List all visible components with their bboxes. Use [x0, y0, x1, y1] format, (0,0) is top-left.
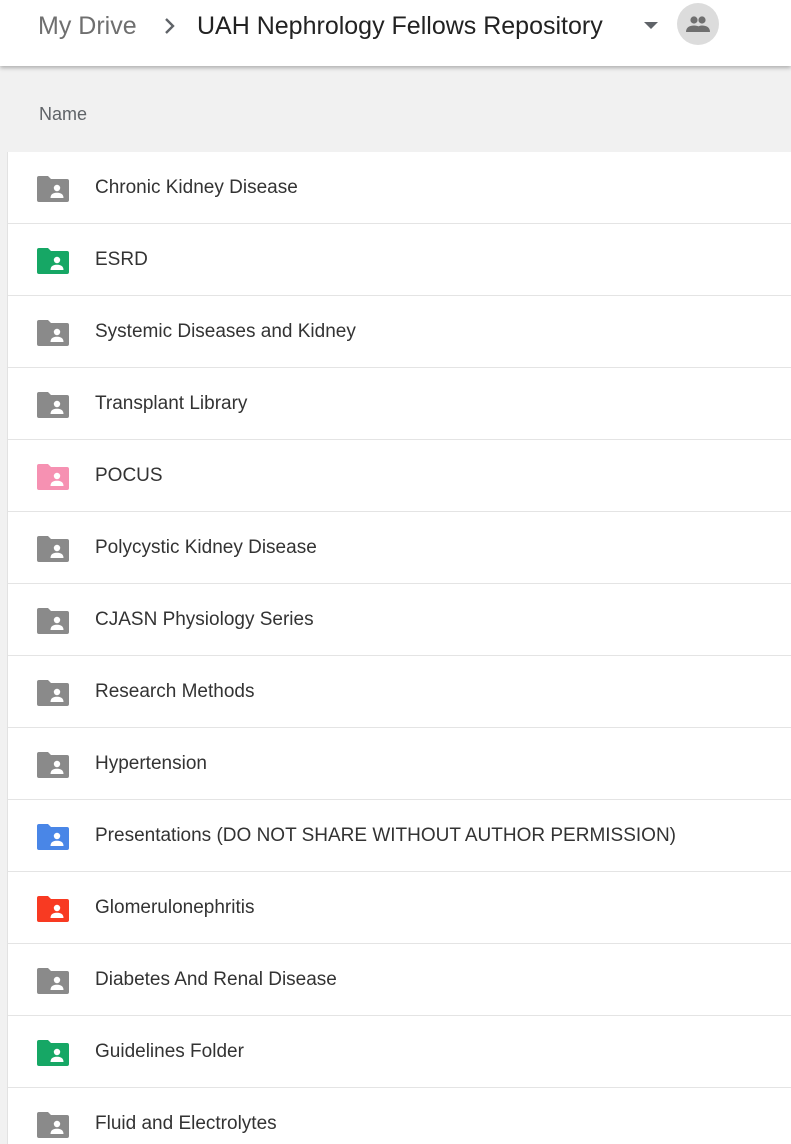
folder-name: Fluid and Electrolytes	[95, 1113, 277, 1134]
list-item[interactable]: Transplant Library	[8, 368, 791, 440]
folder-name: Presentations (DO NOT SHARE WITHOUT AUTH…	[95, 825, 677, 846]
folder-name: Glomerulonephritis	[95, 897, 255, 918]
name-column-header[interactable]: Name	[39, 104, 87, 125]
folder-name: Guidelines Folder	[95, 1041, 244, 1062]
list-item[interactable]: Hypertension	[8, 728, 791, 800]
list-item[interactable]: Research Methods	[8, 656, 791, 728]
shared-folder-icon	[37, 320, 69, 346]
arrow-drop-down-icon[interactable]	[640, 18, 662, 34]
folder-name: ESRD	[95, 249, 148, 270]
top-bar: My Drive UAH Nephrology Fellows Reposito…	[0, 0, 791, 66]
folder-name: POCUS	[95, 465, 163, 486]
list-item[interactable]: Glomerulonephritis	[8, 872, 791, 944]
shared-folder-icon	[37, 392, 69, 418]
folder-list: Chronic Kidney Disease ESRD Systemic Disea…	[7, 152, 791, 1144]
list-item[interactable]: Guidelines Folder	[8, 1016, 791, 1088]
people-icon	[686, 16, 710, 32]
list-item[interactable]: Fluid and Electrolytes	[8, 1088, 791, 1144]
shared-folder-icon	[37, 176, 69, 202]
list-item[interactable]: CJASN Physiology Series	[8, 584, 791, 656]
list-item[interactable]: Diabetes And Renal Disease	[8, 944, 791, 1016]
list-item[interactable]: Presentations (DO NOT SHARE WITHOUT AUTH…	[8, 800, 791, 872]
breadcrumb-current-folder[interactable]: UAH Nephrology Fellows Repository	[197, 10, 603, 42]
shared-folder-icon	[37, 968, 69, 994]
folder-name: Research Methods	[95, 681, 255, 702]
folder-name: Diabetes And Renal Disease	[95, 969, 337, 990]
list-item[interactable]: Chronic Kidney Disease	[8, 152, 791, 224]
list-column-header: Name	[0, 66, 791, 152]
list-item[interactable]: ESRD	[8, 224, 791, 296]
shared-folder-icon	[37, 824, 69, 850]
breadcrumb-my-drive[interactable]: My Drive	[38, 10, 137, 42]
shared-folder-icon	[37, 536, 69, 562]
chevron-right-icon	[165, 18, 175, 34]
list-item[interactable]: Polycystic Kidney Disease	[8, 512, 791, 584]
shared-folder-icon	[37, 680, 69, 706]
folder-name: Chronic Kidney Disease	[95, 177, 298, 198]
shared-folder-icon	[37, 464, 69, 490]
shared-folder-icon	[37, 248, 69, 274]
list-item[interactable]: POCUS	[8, 440, 791, 512]
shared-folder-icon	[37, 1040, 69, 1066]
shared-folder-icon	[37, 1112, 69, 1138]
shared-folder-icon	[37, 752, 69, 778]
folder-name: Hypertension	[95, 753, 207, 774]
folder-name: Transplant Library	[95, 393, 248, 414]
folder-name: CJASN Physiology Series	[95, 609, 314, 630]
shared-folder-icon	[37, 896, 69, 922]
shared-folder-icon	[37, 608, 69, 634]
list-item[interactable]: Systemic Diseases and Kidney	[8, 296, 791, 368]
folder-name: Systemic Diseases and Kidney	[95, 321, 356, 342]
folder-name: Polycystic Kidney Disease	[95, 537, 317, 558]
shared-folder-badge[interactable]	[677, 3, 719, 45]
